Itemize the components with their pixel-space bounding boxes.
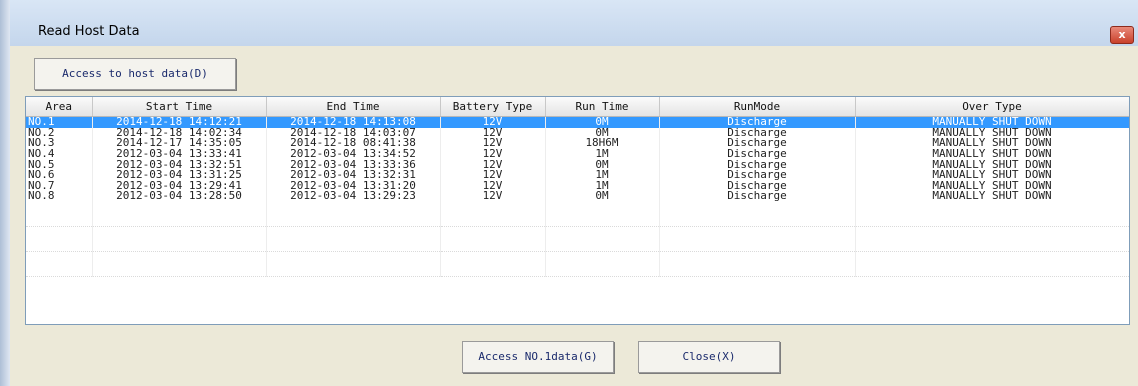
title-bar[interactable]: Read Host Data x: [0, 0, 1138, 46]
empty-cell: [545, 226, 660, 252]
host-data-table[interactable]: Area Start Time End Time Battery Type Run Ti…: [25, 96, 1130, 325]
empty-cell: [440, 251, 546, 277]
cell-end-time: 2012-03-04 13:29:23: [266, 191, 441, 202]
empty-cell: [545, 251, 660, 277]
empty-cell: [92, 251, 267, 277]
cell-over-type: MANUALLY SHUT DOWN: [855, 191, 1129, 202]
cell-area: NO.8: [26, 191, 93, 202]
empty-cell: [92, 201, 267, 227]
empty-row: [26, 201, 1129, 227]
access-no1-data-button[interactable]: Access NO.1data(G): [462, 341, 614, 373]
window-title: Read Host Data: [38, 24, 140, 39]
empty-cell: [855, 226, 1129, 252]
empty-cell: [266, 201, 441, 227]
table-row[interactable]: NO.8 2012-03-04 13:28:50 2012-03-04 13:29:…: [26, 191, 1129, 202]
empty-cell: [26, 201, 93, 227]
empty-cell: [659, 226, 856, 252]
table-body: NO.1 2014-12-18 14:12:21 2014-12-18 14:13:…: [26, 116, 1129, 277]
empty-cell: [26, 226, 93, 252]
cell-run-time: 0M: [545, 191, 660, 202]
empty-cell: [440, 201, 546, 227]
column-header-end-time[interactable]: End Time: [266, 97, 441, 117]
column-header-start-time[interactable]: Start Time: [92, 97, 267, 117]
window-left-edge: [0, 0, 10, 386]
column-header-run-time[interactable]: Run Time: [545, 97, 660, 117]
empty-row: [26, 226, 1129, 252]
column-header-battery-type[interactable]: Battery Type: [440, 97, 546, 117]
cell-start-time: 2012-03-04 13:28:50: [92, 191, 267, 202]
column-header-over-type[interactable]: Over Type: [855, 97, 1129, 117]
close-icon[interactable]: x: [1110, 26, 1134, 44]
empty-cell: [659, 201, 856, 227]
empty-cell: [266, 226, 441, 252]
column-header-run-mode[interactable]: RunMode: [659, 97, 856, 117]
empty-cell: [659, 251, 856, 277]
empty-cell: [440, 226, 546, 252]
read-host-data-dialog: Read Host Data x Access to host data(D) …: [0, 0, 1138, 386]
cell-run-mode: Discharge: [659, 191, 856, 202]
cell-battery-type: 12V: [440, 191, 546, 202]
empty-cell: [266, 251, 441, 277]
column-header-area[interactable]: Area: [26, 97, 93, 117]
close-button[interactable]: Close(X): [638, 341, 780, 373]
access-host-data-button[interactable]: Access to host data(D): [34, 58, 236, 90]
empty-row: [26, 251, 1129, 277]
empty-cell: [26, 251, 93, 277]
empty-cell: [545, 201, 660, 227]
empty-cell: [855, 251, 1129, 277]
table-header-row: Area Start Time End Time Battery Type Run Ti…: [26, 97, 1129, 117]
empty-cell: [855, 201, 1129, 227]
empty-cell: [92, 226, 267, 252]
